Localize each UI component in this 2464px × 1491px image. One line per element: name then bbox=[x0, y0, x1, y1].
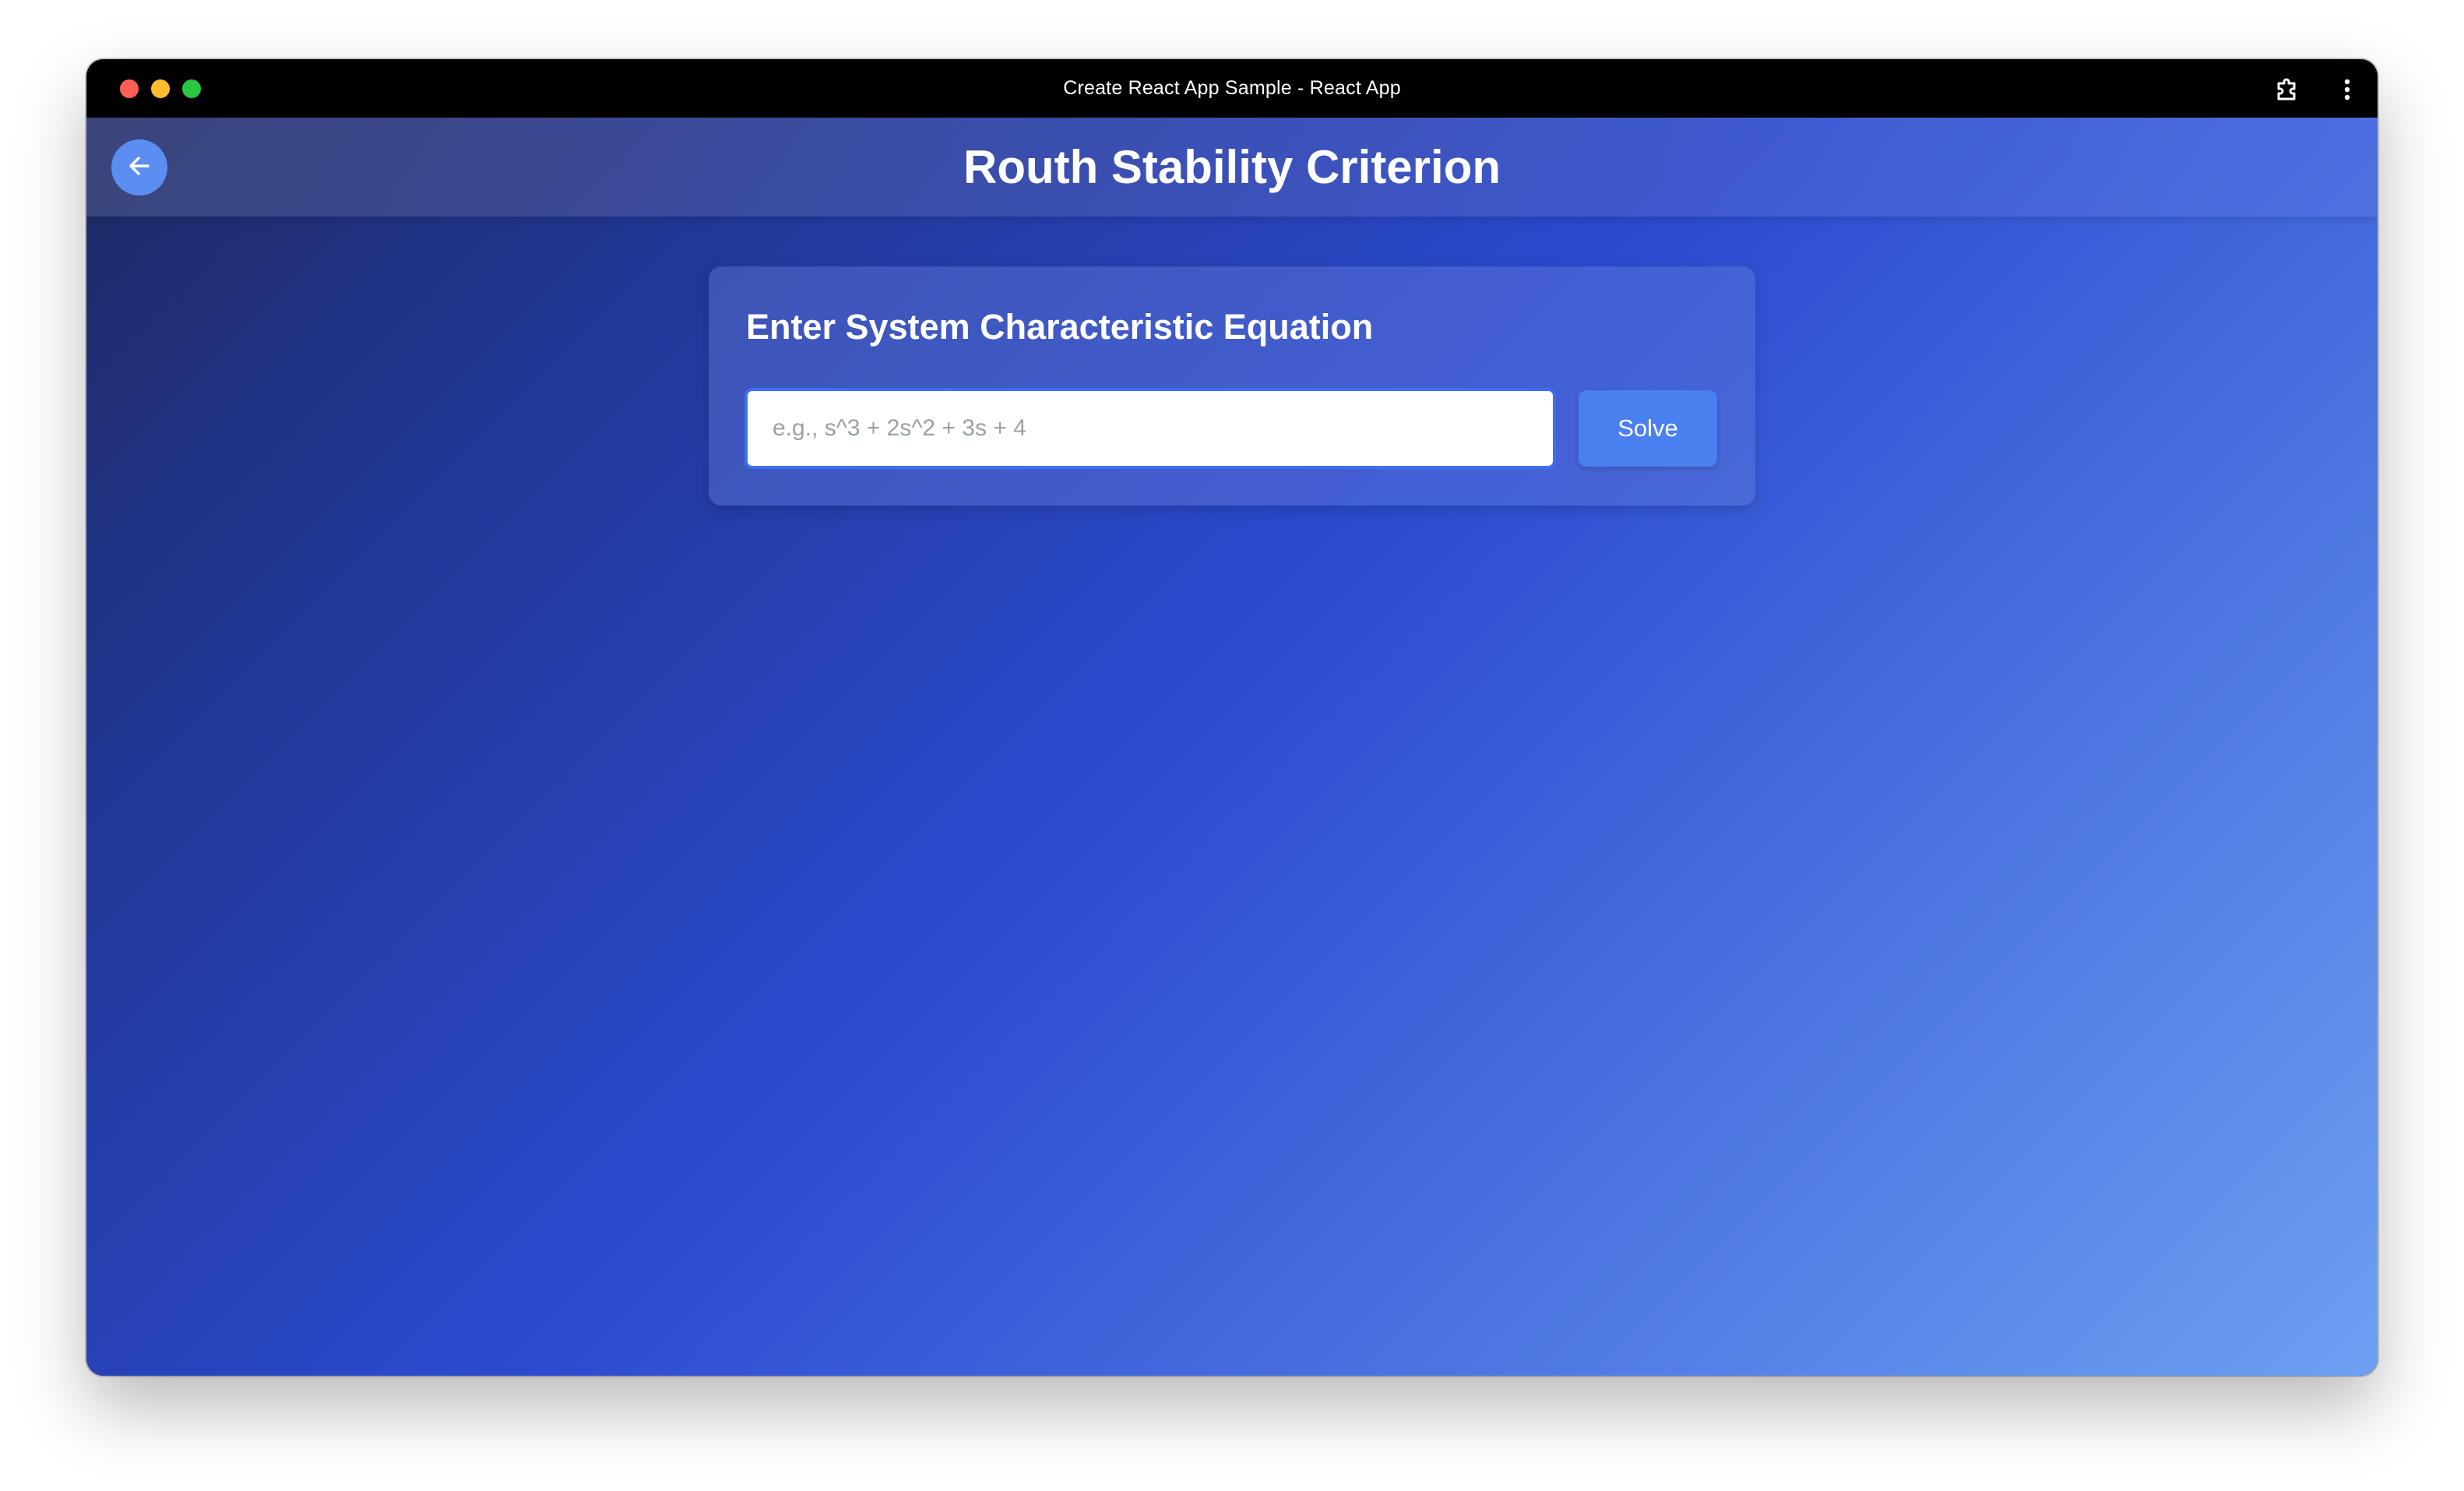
window-title: Create React App Sample - React App bbox=[1063, 77, 1401, 99]
vertical-dots-menu-icon[interactable] bbox=[2336, 76, 2359, 104]
page-title: Routh Stability Criterion bbox=[963, 141, 1501, 193]
desktop-stage: Create React App Sample - React App Rout… bbox=[0, 0, 2464, 1491]
solve-button[interactable]: Solve bbox=[1579, 390, 1717, 467]
puzzle-extension-icon[interactable] bbox=[2273, 76, 2301, 104]
window-titlebar: Create React App Sample - React App bbox=[86, 59, 2378, 118]
app-header: Routh Stability Criterion bbox=[86, 118, 2378, 217]
browser-window: Create React App Sample - React App Rout… bbox=[86, 59, 2378, 1376]
equation-card: Enter System Characteristic Equation Sol… bbox=[709, 266, 1755, 506]
equation-input[interactable] bbox=[744, 388, 1556, 469]
card-heading: Enter System Characteristic Equation bbox=[746, 307, 1374, 347]
app-page: Routh Stability Criterion Enter System C… bbox=[86, 118, 2378, 1376]
